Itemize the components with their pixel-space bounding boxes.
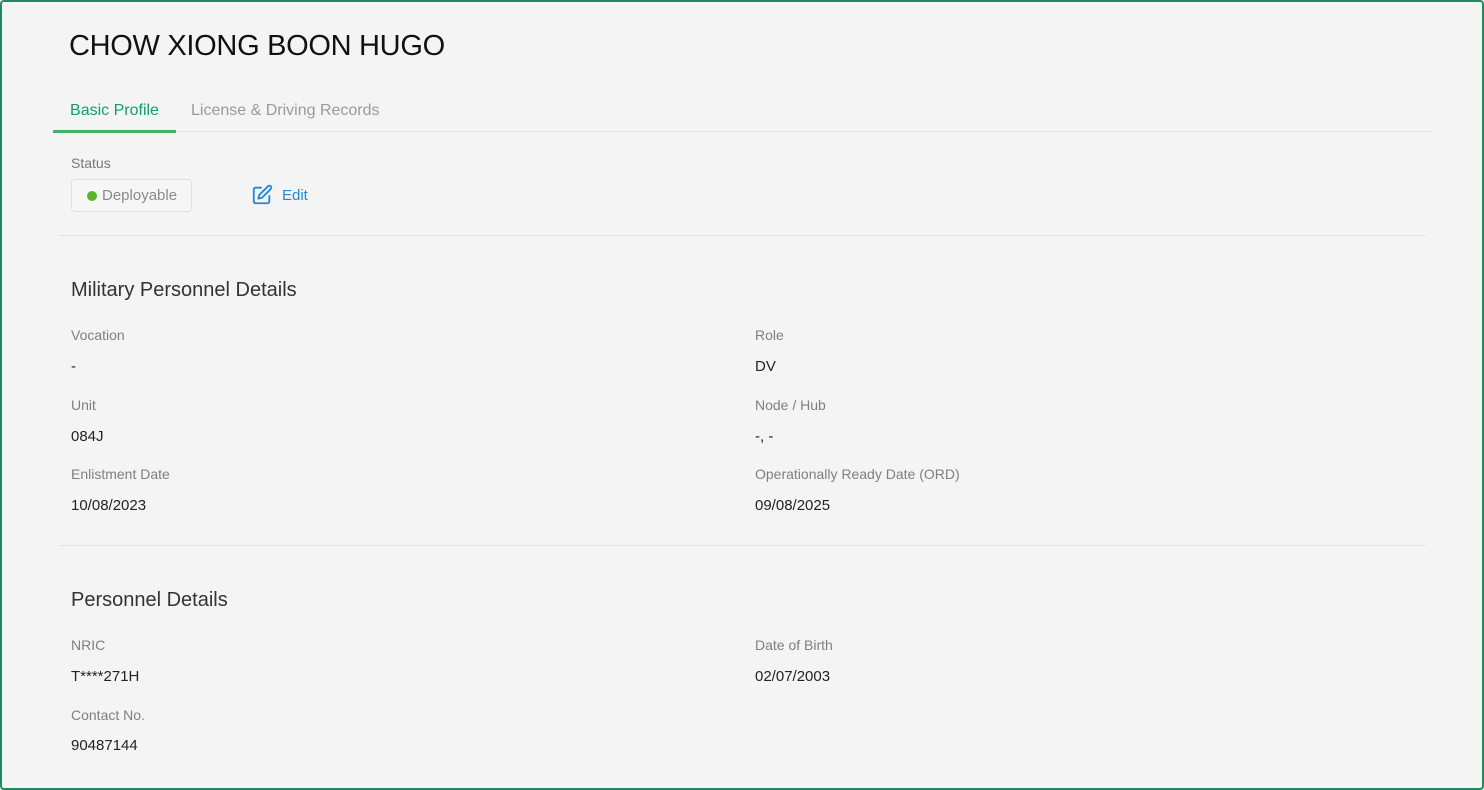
tab-license-driving-records[interactable]: License & Driving Records	[191, 95, 380, 131]
tab-basic-profile[interactable]: Basic Profile	[53, 95, 176, 133]
date-of-birth-label: Date of Birth	[755, 637, 833, 653]
edit-icon	[252, 184, 273, 205]
divider	[59, 235, 1426, 236]
role-label: Role	[755, 327, 784, 343]
status-badge: Deployable	[71, 179, 192, 212]
divider	[59, 545, 1426, 546]
status-label: Status	[71, 155, 111, 171]
personnel-details-title: Personnel Details	[71, 589, 228, 611]
profile-window: CHOW XIONG BOON HUGO Basic Profile Licen…	[0, 0, 1484, 790]
contact-no-label: Contact No.	[71, 707, 145, 723]
enlistment-date-value: 10/08/2023	[71, 497, 147, 514]
status-dot-icon	[87, 191, 97, 201]
node-hub-value: -, -	[755, 428, 774, 445]
node-hub-label: Node / Hub	[755, 397, 826, 413]
vocation-label: Vocation	[71, 327, 125, 343]
ord-value: 09/08/2025	[755, 497, 831, 514]
edit-label: Edit	[282, 187, 308, 204]
ord-label: Operationally Ready Date (ORD)	[755, 466, 960, 482]
enlistment-date-label: Enlistment Date	[71, 466, 170, 482]
nric-value: T****271H	[71, 668, 140, 685]
vocation-value: -	[71, 358, 76, 375]
unit-value: 084J	[71, 428, 104, 445]
military-details-title: Military Personnel Details	[71, 279, 297, 301]
profile-tabs: Basic Profile License & Driving Records	[53, 95, 1431, 133]
nric-label: NRIC	[71, 637, 106, 653]
unit-label: Unit	[71, 397, 96, 413]
role-value: DV	[755, 358, 776, 375]
contact-no-value: 90487144	[71, 737, 138, 754]
date-of-birth-value: 02/07/2003	[755, 668, 831, 685]
status-value: Deployable	[102, 187, 178, 204]
page-title: CHOW XIONG BOON HUGO	[69, 30, 445, 62]
